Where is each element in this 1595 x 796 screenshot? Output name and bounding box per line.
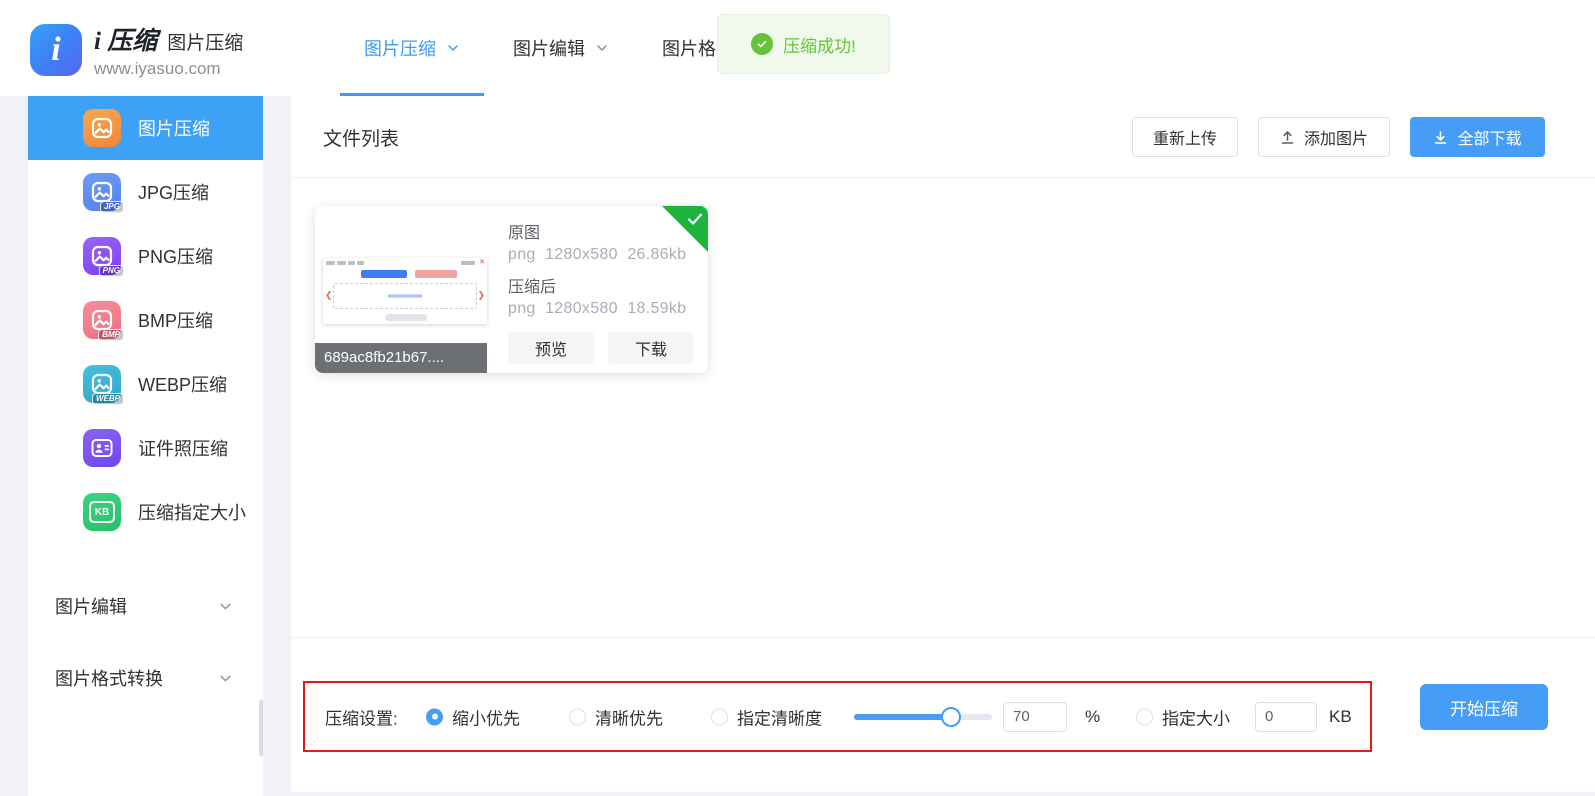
chevron-down-icon (595, 41, 609, 55)
file-name: 689ac8fb21b67.... (315, 343, 487, 373)
main-panel: 文件列表 重新上传 添加图片 全部下载 (291, 96, 1595, 792)
brand-logo[interactable]: i i 压缩 图片压缩 www.iyasuo.com (30, 21, 243, 79)
radio-unselected-icon (569, 708, 586, 725)
sidebar-item-label: 证件照压缩 (138, 435, 228, 461)
id-photo-icon (83, 429, 121, 467)
size-input[interactable] (1255, 702, 1317, 732)
check-circle-icon (751, 33, 773, 55)
settings-divider (291, 637, 1595, 638)
nav-tab-label: 图片编辑 (513, 35, 585, 61)
nav-tab-image-compress[interactable]: 图片压缩 (340, 0, 484, 96)
radio-custom-size[interactable]: 指定大小 (1136, 704, 1230, 729)
sidebar-item-bmp-compress[interactable]: BMP BMP压缩 (28, 288, 263, 352)
sidebar-section-label: 图片格式转换 (55, 665, 163, 691)
image-compress-icon (83, 109, 121, 147)
sidebar-item-target-size-compress[interactable]: KB 压缩指定大小 (28, 480, 263, 544)
radio-clarity-priority[interactable]: 清晰优先 (569, 704, 663, 729)
brand-url: www.iyasuo.com (94, 59, 243, 79)
header: i i 压缩 图片压缩 www.iyasuo.com 图片压缩 图片编辑 图片格… (0, 0, 1595, 96)
sidebar-item-label: 压缩指定大小 (138, 499, 246, 525)
brand-name: i 压缩 (94, 21, 157, 57)
sidebar-item-label: JPG压缩 (138, 179, 209, 205)
radio-unselected-icon (1136, 708, 1153, 725)
original-meta: png 1280x580 26.86kb (508, 246, 694, 264)
page-title: 文件列表 (323, 96, 399, 178)
sidebar-section-label: 图片编辑 (55, 593, 127, 619)
radio-selected-icon (426, 708, 443, 725)
compression-settings-box: 压缩设置: 缩小优先 清晰优先 指定清晰度 % 指定大小 KB (303, 681, 1372, 752)
sidebar: 图片压缩 JPG JPG压缩 PNG PNG压缩 BMP BMP压缩 WEBP … (28, 96, 263, 796)
sidebar-item-png-compress[interactable]: PNG PNG压缩 (28, 224, 263, 288)
sidebar-item-label: 图片压缩 (138, 115, 210, 141)
download-button[interactable]: 下载 (608, 332, 694, 364)
nav-tab-label: 图片压缩 (364, 35, 436, 61)
webp-compress-icon: WEBP (83, 365, 121, 403)
reupload-button[interactable]: 重新上传 (1132, 117, 1238, 157)
file-thumbnail[interactable]: ✕ ❮ ❯ (323, 258, 487, 324)
file-card: ✕ ❮ ❯ 689ac8fb21b67.... 原图 png 1280x580 … (315, 206, 708, 373)
original-label: 原图 (508, 219, 694, 243)
file-list-header: 文件列表 重新上传 添加图片 全部下载 (291, 96, 1595, 178)
brand-subtitle: 图片压缩 (167, 28, 243, 55)
logo-icon: i (30, 24, 82, 76)
sidebar-item-label: BMP压缩 (138, 307, 213, 333)
radio-custom-clarity[interactable]: 指定清晰度 (711, 704, 822, 729)
download-all-button[interactable]: 全部下载 (1410, 117, 1545, 157)
toast-message: 压缩成功! (783, 32, 856, 57)
sidebar-section-image-edit[interactable]: 图片编辑 (28, 570, 263, 642)
upload-icon (1280, 130, 1295, 145)
bmp-compress-icon: BMP (83, 301, 121, 339)
preview-button[interactable]: 预览 (508, 332, 594, 364)
sidebar-item-webp-compress[interactable]: WEBP WEBP压缩 (28, 352, 263, 416)
start-compress-button[interactable]: 开始压缩 (1420, 684, 1548, 730)
radio-shrink-priority[interactable]: 缩小优先 (426, 704, 520, 729)
toolbar: 重新上传 添加图片 全部下载 (1132, 117, 1545, 157)
png-compress-icon: PNG (83, 237, 121, 275)
sidebar-item-image-compress[interactable]: 图片压缩 (28, 96, 263, 160)
nav-tab-image-edit[interactable]: 图片编辑 (489, 0, 633, 96)
download-icon (1433, 130, 1448, 145)
sidebar-item-label: PNG压缩 (138, 243, 213, 269)
slider-fill (854, 714, 951, 720)
radio-unselected-icon (711, 708, 728, 725)
chevron-down-icon (446, 41, 460, 55)
slider-thumb[interactable] (941, 707, 961, 727)
sidebar-scrollbar[interactable] (259, 700, 263, 756)
settings-label: 压缩设置: (325, 704, 398, 729)
success-toast: 压缩成功! (717, 14, 890, 74)
sidebar-item-jpg-compress[interactable]: JPG JPG压缩 (28, 160, 263, 224)
sidebar-item-label: WEBP压缩 (138, 371, 227, 397)
sidebar-item-id-photo-compress[interactable]: 证件照压缩 (28, 416, 263, 480)
check-icon (687, 213, 703, 226)
sidebar-section-format-convert[interactable]: 图片格式转换 (28, 642, 263, 714)
kb-size-icon: KB (83, 493, 121, 531)
add-images-button[interactable]: 添加图片 (1258, 117, 1390, 157)
chevron-down-icon (218, 599, 233, 614)
jpg-compress-icon: JPG (83, 173, 121, 211)
percent-unit: % (1085, 707, 1100, 727)
size-unit: KB (1329, 707, 1352, 727)
compressed-label: 压缩后 (508, 273, 694, 297)
clarity-slider[interactable] (854, 714, 992, 720)
compressed-meta: png 1280x580 18.59kb (508, 300, 694, 318)
percent-input[interactable] (1003, 702, 1067, 732)
chevron-down-icon (218, 671, 233, 686)
